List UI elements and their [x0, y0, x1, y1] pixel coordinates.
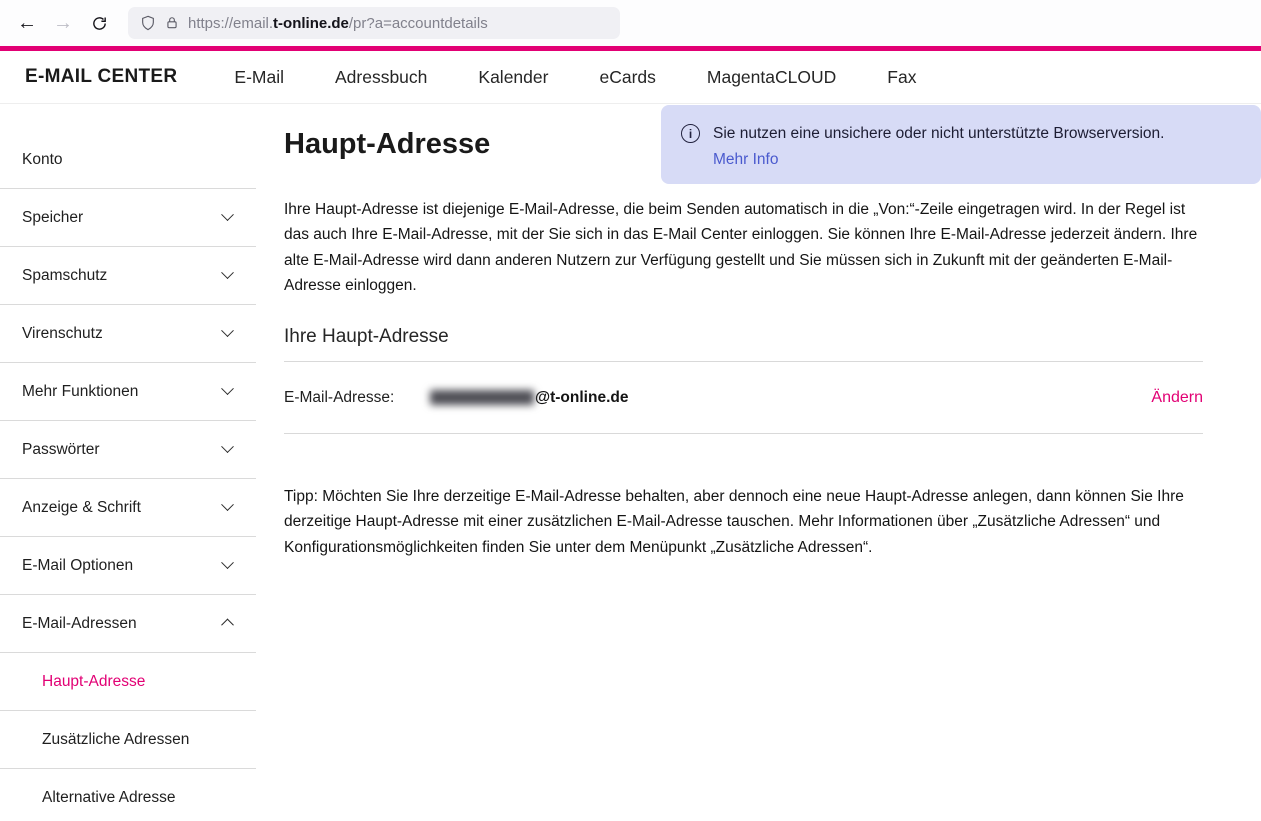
more-info-link[interactable]: Mehr Info [713, 151, 778, 169]
chevron-down-icon [221, 382, 234, 395]
chevron-down-icon [221, 498, 234, 511]
sidebar-item-email-adressen[interactable]: E-Mail-Adressen [0, 595, 256, 653]
intro-paragraph: Ihre Haupt-Adresse ist diejenige E-Mail-… [284, 197, 1203, 298]
chevron-down-icon [221, 324, 234, 337]
nav-item-kalender[interactable]: Kalender [478, 67, 548, 88]
sidebar-subitem-zusaetzliche-adressen[interactable]: Zusätzliche Adressen [0, 711, 256, 769]
sidebar-item-konto[interactable]: Konto [0, 131, 256, 189]
banner-body: Sie nutzen eine unsichere oder nicht unt… [713, 122, 1164, 169]
sidebar-subitem-alternative-adresse[interactable]: Alternative Adresse [0, 769, 256, 821]
browser-warning-banner: i Sie nutzen eine unsichere oder nicht u… [661, 105, 1261, 184]
url-text: https://email.t-online.de/pr?a=accountde… [188, 15, 488, 32]
chevron-down-icon [221, 440, 234, 453]
address-bar[interactable]: https://email.t-online.de/pr?a=accountde… [128, 7, 620, 39]
reload-icon[interactable] [84, 8, 114, 38]
settings-sidebar: Konto Speicher Spamschutz Virenschutz Me… [0, 104, 256, 821]
forward-icon[interactable]: → [48, 8, 78, 38]
main-content: Haupt-Adresse Ihre Haupt-Adresse ist die… [256, 104, 1261, 821]
sidebar-subitem-haupt-adresse[interactable]: Haupt-Adresse [0, 653, 256, 711]
nav-item-ecards[interactable]: eCards [599, 67, 655, 88]
email-address-value: @t-online.de [430, 389, 628, 407]
browser-toolbar: ← → https://email.t-online.de/pr?a=accou… [0, 0, 1261, 46]
sidebar-item-spamschutz[interactable]: Spamschutz [0, 247, 256, 305]
chevron-down-icon [221, 266, 234, 279]
sidebar-item-speicher[interactable]: Speicher [0, 189, 256, 247]
top-navigation: E-MAIL CENTER E-Mail Adressbuch Kalender… [0, 51, 1261, 104]
sidebar-item-email-optionen[interactable]: E-Mail Optionen [0, 537, 256, 595]
chevron-up-icon [221, 619, 234, 632]
banner-message: Sie nutzen eine unsichere oder nicht unt… [713, 122, 1164, 145]
info-icon: i [681, 124, 700, 143]
app-logo: E-MAIL CENTER [25, 66, 177, 88]
redacted-email-local-part [430, 390, 534, 405]
sidebar-item-passwoerter[interactable]: Passwörter [0, 421, 256, 479]
email-address-row: E-Mail-Adresse: @t-online.de Ändern [284, 362, 1203, 434]
nav-item-fax[interactable]: Fax [887, 67, 916, 88]
sidebar-item-mehr-funktionen[interactable]: Mehr Funktionen [0, 363, 256, 421]
nav-item-magentacloud[interactable]: MagentaCLOUD [707, 67, 836, 88]
back-icon[interactable]: ← [12, 8, 42, 38]
email-address-label: E-Mail-Adresse: [284, 389, 430, 407]
shield-icon[interactable] [140, 15, 156, 31]
nav-item-adressbuch[interactable]: Adressbuch [335, 67, 427, 88]
sidebar-item-anzeige-schrift[interactable]: Anzeige & Schrift [0, 479, 256, 537]
lock-icon[interactable] [165, 16, 179, 30]
sidebar-item-virenschutz[interactable]: Virenschutz [0, 305, 256, 363]
email-domain-text: @t-online.de [535, 389, 628, 407]
change-email-link[interactable]: Ändern [1151, 389, 1203, 407]
section-heading: Ihre Haupt-Adresse [284, 326, 1203, 362]
nav-item-email[interactable]: E-Mail [234, 67, 284, 88]
tip-paragraph: Tipp: Möchten Sie Ihre derzeitige E-Mail… [284, 484, 1203, 560]
chevron-down-icon [221, 556, 234, 569]
chevron-down-icon [221, 208, 234, 221]
